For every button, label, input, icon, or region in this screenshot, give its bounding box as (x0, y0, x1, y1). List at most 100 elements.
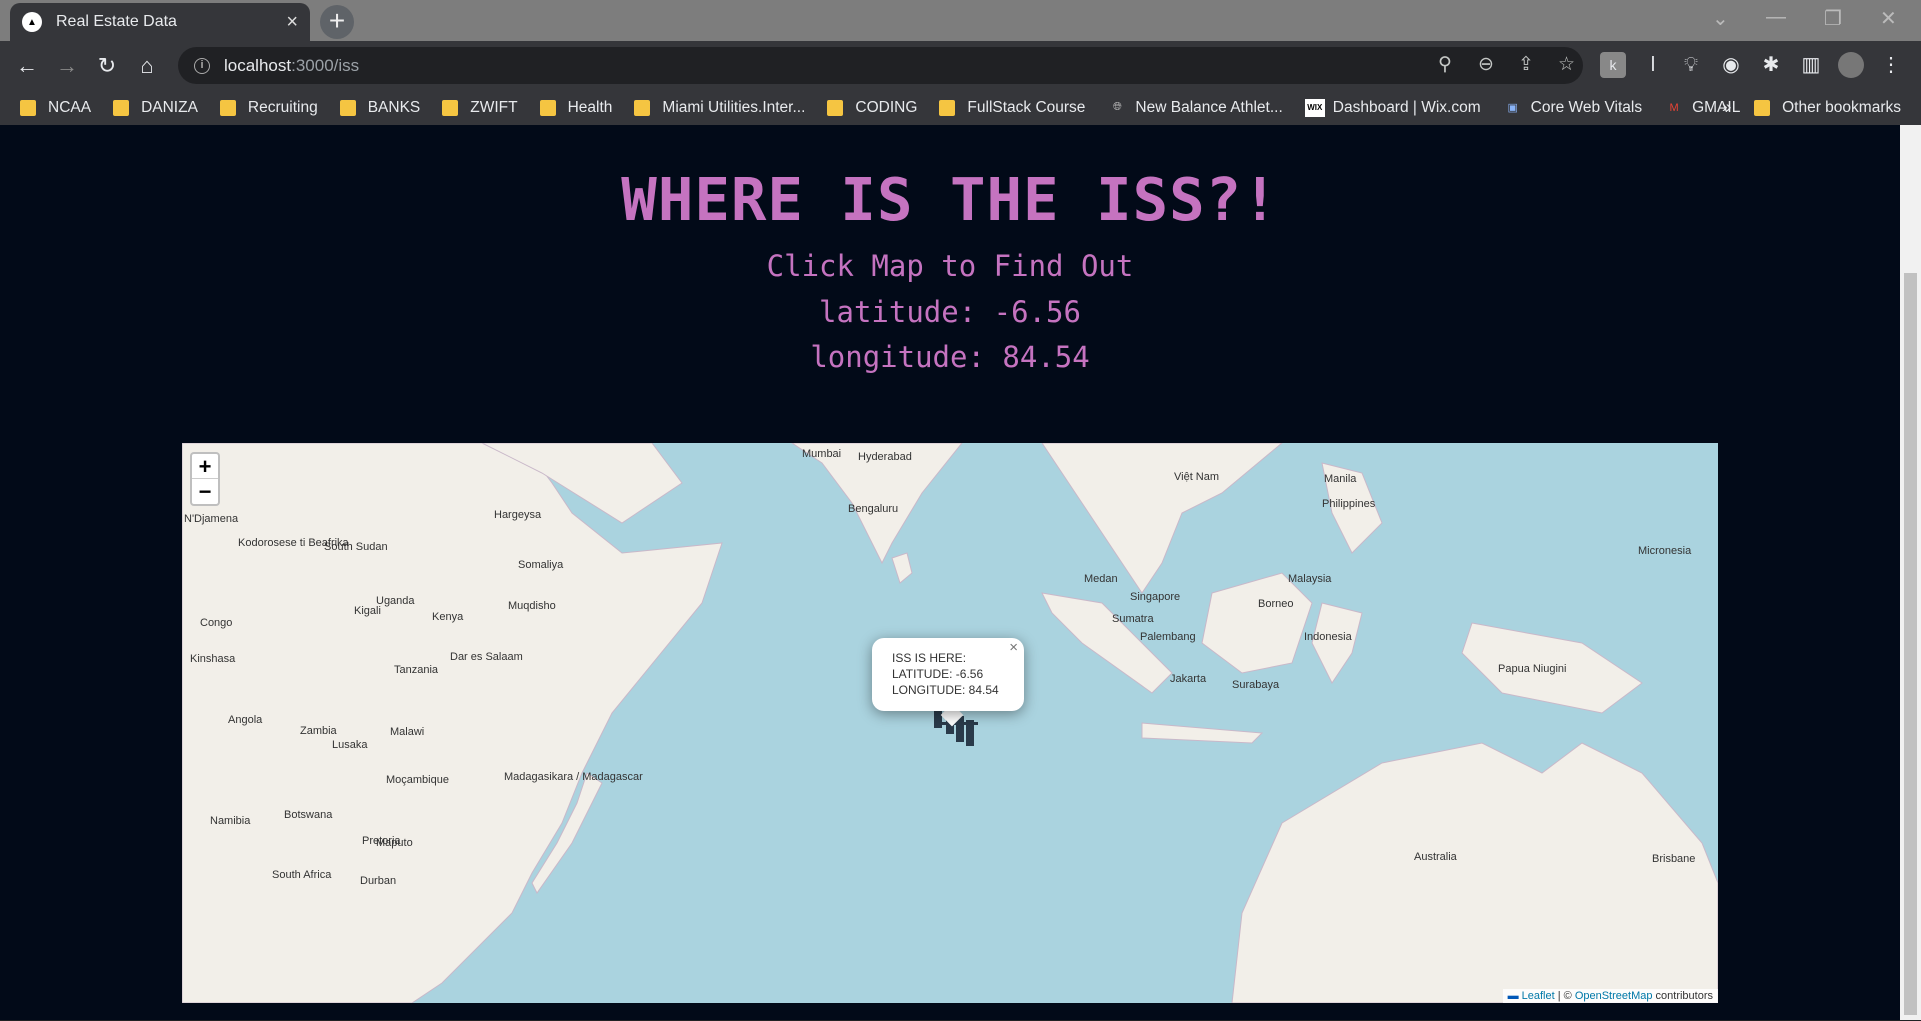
other-bookmarks-label: Other bookmarks (1782, 98, 1901, 116)
bookmark-new-balance-athlet[interactable]: 🌐︎ New Balance Athlet... (1107, 98, 1283, 117)
map-label: Australia (1414, 851, 1457, 863)
reload-icon[interactable]: ↻ (92, 51, 122, 81)
address-bar[interactable]: i localhost:3000/iss ⚲ ⊖ ⇪ ☆ (178, 47, 1583, 84)
back-arrow-icon[interactable]: ← (12, 51, 42, 81)
australia-landmass (1231, 742, 1718, 1003)
bookmark-dashboard-wix-com[interactable]: WIX Dashboard | Wix.com (1304, 98, 1481, 117)
zoom-out-icon[interactable]: ⊖ (1478, 53, 1494, 76)
bookmark-label: New Balance Athlet... (1135, 98, 1283, 116)
osm-link[interactable]: OpenStreetMap (1575, 990, 1653, 1002)
page-scrollbar[interactable] (1900, 125, 1921, 1020)
bookmark-fullstack-course[interactable]: FullStack Course (939, 99, 1085, 117)
bookmark-coding[interactable]: CODING (827, 99, 917, 117)
new-tab-button[interactable]: + (320, 5, 354, 39)
forward-arrow-icon[interactable]: → (52, 51, 82, 81)
menu-kebab-icon[interactable]: ⋮ (1878, 52, 1904, 78)
bookmark-banks[interactable]: BANKS (339, 99, 420, 117)
map-label: Malaysia (1288, 573, 1332, 585)
close-window-button[interactable]: ✕ (1880, 6, 1897, 31)
map-label: Zambia (300, 725, 337, 737)
map-label: Borneo (1258, 598, 1294, 610)
wix-icon: WIX (1304, 98, 1325, 117)
bookmark-recruiting[interactable]: Recruiting (219, 99, 318, 117)
folder-icon (1754, 99, 1771, 116)
extension-glasses-icon[interactable]: ◉ (1718, 52, 1744, 78)
attribution-separator: | © (1554, 990, 1575, 1002)
bookmark-label: NCAA (48, 98, 92, 116)
active-tab[interactable]: ▲ Real Estate Data × (10, 3, 310, 41)
profile-avatar[interactable] (1838, 52, 1864, 78)
map-label: Lusaka (332, 739, 368, 751)
scroll-thumb[interactable] (1904, 273, 1917, 1015)
folder-icon (20, 99, 36, 116)
bookmark-health[interactable]: Health (539, 99, 612, 117)
sulawesi-landmass (1311, 602, 1363, 684)
borneo-landmass (1201, 572, 1313, 674)
map-label: Mumbai (802, 448, 842, 460)
bookmark-label: GMAIL (1692, 98, 1741, 116)
browser-toolbar: ← → ↻ ⌂ i localhost:3000/iss ⚲ ⊖ ⇪ ☆ k ǀ… (0, 41, 1921, 90)
srilanka-landmass (891, 552, 913, 584)
bookmark-label: Miami Utilities.Inter... (662, 98, 806, 116)
map-label: Indonesia (1304, 631, 1352, 643)
map-label: Somaliya (518, 559, 564, 571)
indochina-landmass (1041, 443, 1283, 594)
bookmark-label: FullStack Course (967, 98, 1086, 116)
bookmark-daniza[interactable]: DANIZA (113, 99, 198, 117)
map-label: Jakarta (1170, 673, 1207, 685)
other-bookmarks-folder[interactable]: Other bookmarks (1754, 90, 1901, 125)
map-label: Brisbane (1652, 853, 1696, 865)
tab-favicon-icon: ▲ (22, 12, 42, 32)
tab-close-icon[interactable]: × (286, 11, 298, 34)
longitude-readout: longitude: 84.54 (810, 340, 1090, 374)
folder-icon (442, 99, 459, 116)
map-label: Muqdisho (508, 600, 556, 612)
map-label: Sumatra (1112, 613, 1154, 625)
map-label: Việt Nam (1174, 471, 1220, 483)
site-info-icon[interactable]: i (194, 57, 210, 74)
map-label: Papua Niugini (1498, 663, 1567, 675)
bookmark-core-web-vitals[interactable]: ▣ Core Web Vitals (1503, 99, 1642, 117)
url-path: :3000/iss (291, 55, 360, 75)
subtitle: Click Map to Find Out (766, 249, 1134, 283)
extensions-puzzle-icon[interactable]: ✱ (1758, 52, 1784, 78)
extension-k-icon[interactable]: k (1600, 52, 1626, 78)
leaflet-link[interactable]: Leaflet (1522, 990, 1555, 1002)
africa-landmass (182, 443, 723, 1003)
bookmarks-overflow-button[interactable]: » (1722, 97, 1731, 117)
map-label: Tanzania (394, 664, 439, 676)
side-panel-icon[interactable]: ▥ (1798, 52, 1824, 78)
home-icon[interactable]: ⌂ (132, 51, 162, 81)
location-pin-icon[interactable]: ⚲ (1438, 53, 1452, 76)
maximize-button[interactable]: ❐ (1824, 6, 1842, 31)
map-label: Hargeysa (494, 509, 542, 521)
iss-map[interactable]: Mumbai Hyderabad Bengaluru Manila Philippine… (182, 443, 1718, 1003)
map-label: Kigali (354, 605, 381, 617)
share-icon[interactable]: ⇪ (1518, 53, 1534, 76)
minimize-button[interactable]: — (1766, 6, 1786, 29)
bookmark-label: Core Web Vitals (1530, 98, 1643, 116)
tab-search-chevron-icon[interactable]: ⌄ (1712, 6, 1729, 31)
extension-tool-icon[interactable]: ǀ (1640, 52, 1666, 78)
map-label: Angola (228, 714, 263, 726)
map-label: Moçambique (386, 774, 449, 786)
folder-icon (939, 99, 956, 116)
page-content: WHERE IS THE ISS?! Click Map to Find Out… (0, 125, 1900, 1020)
bookmark-ncaa[interactable]: NCAA (20, 99, 91, 117)
map-label: Dar es Salaam (450, 651, 523, 663)
popup-line-title: ISS IS HERE: (892, 651, 967, 665)
bookmark-zwift[interactable]: ZWIFT (442, 98, 518, 117)
zoom-out-button[interactable]: − (192, 479, 218, 504)
map-label: Maputo (376, 837, 413, 849)
map-label: Philippines (1322, 498, 1376, 510)
bookmark-label: ZWIFT (470, 98, 518, 116)
map-label: Kenya (432, 611, 464, 623)
bookmark-star-icon[interactable]: ☆ (1558, 53, 1575, 76)
map-attribution: ▬ Leaflet | © OpenStreetMap contributors (1502, 989, 1718, 1003)
bookmark-miami-utilities-inter[interactable]: Miami Utilities.Inter... (634, 99, 805, 117)
popup-close-icon[interactable]: × (1009, 640, 1018, 656)
site-icon: ▣ (1507, 102, 1518, 114)
folder-icon (219, 99, 236, 116)
zoom-in-button[interactable]: + (192, 454, 218, 479)
lightbulb-icon[interactable]: 💡︎ (1678, 52, 1704, 78)
